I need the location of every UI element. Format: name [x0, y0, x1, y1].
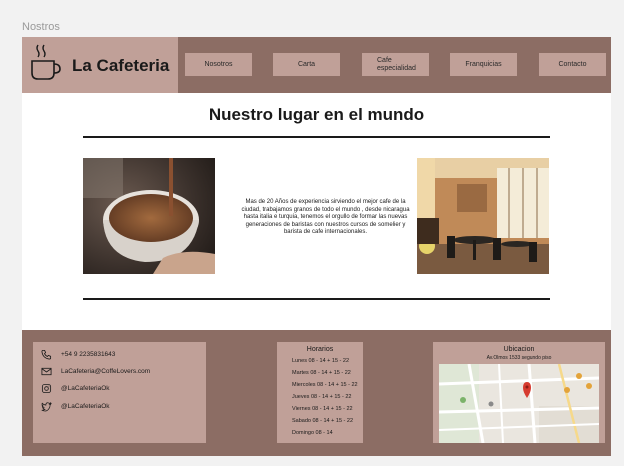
contact-email-text: LaCafeteria@CoffeLovers.com — [61, 368, 151, 375]
hours-row: Lunes 08 - 14 + 15 - 22 — [292, 358, 350, 364]
nav-contacto-button[interactable]: Contacto — [539, 53, 606, 76]
page-title: Nuestro lugar en el mundo — [208, 105, 425, 124]
hours-title: Horarios — [306, 346, 334, 353]
contact-panel: +54 9 2235831643 LaCafeteria@CoffeLovers… — [33, 342, 206, 443]
contact-twitter-text: @LaCafeteriaOk — [61, 403, 110, 410]
location-title: Ubicacion — [503, 346, 535, 353]
about-description: Mas de 20 Años de experiencia sirviendo … — [241, 199, 410, 235]
instagram-icon — [41, 383, 52, 394]
hours-row: Miercoles 08 - 14 + 15 - 22 — [292, 382, 358, 388]
page-frame: La Cafeteria Nosotros Carta Cafe especia… — [22, 37, 611, 456]
coffee-cup-icon — [31, 44, 61, 80]
mail-icon — [41, 367, 52, 376]
hours-row: Sabado 08 - 14 + 15 - 22 — [292, 418, 354, 424]
hours-row: Viernes 08 - 14 + 15 - 22 — [292, 406, 353, 412]
hours-row: Martes 08 - 14 + 15 - 22 — [292, 370, 351, 376]
divider-bottom — [83, 298, 550, 300]
contact-phone[interactable]: +54 9 2235831643 — [41, 349, 115, 360]
location-address: Av.Olmos 1533 segundo piso — [486, 355, 552, 361]
cafe-interior-photo — [417, 158, 549, 274]
contact-instagram[interactable]: @LaCafeteriaOk — [41, 383, 110, 394]
location-panel: Ubicacion Av.Olmos 1533 segundo piso — [433, 342, 605, 443]
coffee-cup-pour-photo — [83, 158, 215, 274]
twitter-icon — [41, 402, 52, 412]
nav-carta-button[interactable]: Carta — [273, 53, 340, 76]
hours-row: Domingo 08 - 14 — [292, 430, 333, 436]
nav-nosotros-button[interactable]: Nosotros — [185, 53, 252, 76]
brand-name: La Cafeteria — [72, 56, 170, 75]
contact-instagram-text: @LaCafeteriaOk — [61, 385, 110, 392]
nav-cafe-especialidad-button[interactable]: Cafe especialidad — [362, 53, 429, 76]
footer: +54 9 2235831643 LaCafeteria@CoffeLovers… — [22, 330, 611, 456]
phone-icon — [41, 349, 52, 360]
header: La Cafeteria Nosotros Carta Cafe especia… — [22, 37, 611, 93]
contact-twitter[interactable]: @LaCafeteriaOk — [41, 401, 110, 412]
divider-top — [83, 136, 550, 138]
hours-panel: Horarios Lunes 08 - 14 + 15 - 22 Martes … — [277, 342, 363, 443]
contact-email[interactable]: LaCafeteria@CoffeLovers.com — [41, 366, 150, 377]
nav-franquicias-button[interactable]: Franquicias — [450, 53, 517, 76]
contact-phone-text: +54 9 2235831643 — [61, 351, 116, 358]
hours-row: Jueves 08 - 14 + 15 - 22 — [292, 394, 352, 400]
logo[interactable]: La Cafeteria — [22, 37, 178, 93]
frame-label: Nostros — [22, 21, 60, 33]
map-image[interactable] — [439, 364, 599, 443]
